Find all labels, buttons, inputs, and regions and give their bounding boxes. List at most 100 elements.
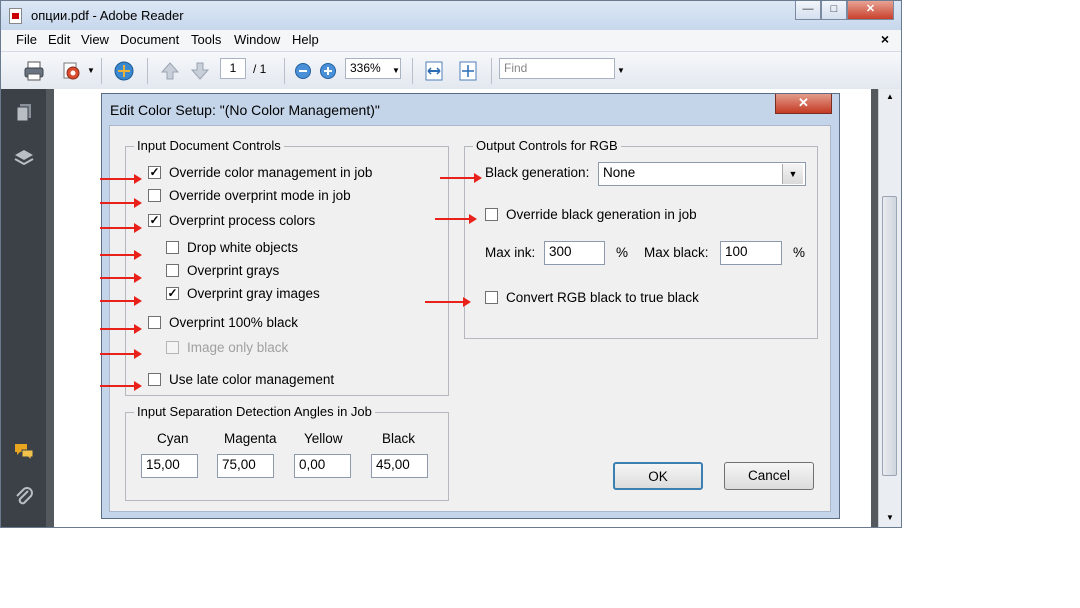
checkbox-box[interactable]: ✓ [166, 287, 179, 300]
toolbar: ▼ 1 / 1 336% ▼ Find ▼ [1, 52, 901, 90]
layers-icon[interactable] [13, 146, 35, 168]
print-icon[interactable] [23, 60, 45, 82]
magenta-label: Magenta [224, 431, 277, 446]
annotation-arrow [100, 296, 142, 306]
menu-bar: File Edit View Document Tools Window Hel… [1, 30, 901, 52]
find-dropdown-icon[interactable]: ▼ [617, 66, 625, 75]
menu-file[interactable]: File [16, 32, 37, 47]
annotation-arrow [100, 381, 142, 391]
close-document-button[interactable]: × [881, 31, 889, 47]
checkbox-label: Use late color management [169, 372, 335, 387]
attachments-icon[interactable] [13, 485, 35, 507]
scroll-up-icon[interactable]: ▲ [886, 92, 894, 101]
toolbar-separator [101, 58, 102, 84]
checkbox-label: Override color management in job [169, 165, 373, 180]
output-controls-rgb-title: Output Controls for RGB [473, 138, 621, 153]
menu-tools[interactable]: Tools [191, 32, 221, 47]
black-generation-label: Black generation: [485, 165, 590, 180]
checkbox-label: Overprint gray images [187, 286, 320, 301]
chevron-down-icon[interactable]: ▼ [782, 164, 803, 184]
minimize-button[interactable]: — [795, 1, 821, 20]
share-icon[interactable] [61, 60, 83, 82]
max-black-label: Max black: [644, 245, 709, 260]
find-input[interactable]: Find [499, 58, 615, 79]
annotation-arrow [100, 250, 142, 260]
checkbox-box[interactable]: ✓ [148, 214, 161, 227]
next-page-icon[interactable] [189, 60, 211, 82]
black-generation-select[interactable]: None [598, 162, 806, 186]
annotation-arrow [100, 273, 142, 283]
checkbox-box[interactable] [148, 373, 161, 386]
zoom-out-icon[interactable] [294, 62, 312, 80]
annotation-arrow [435, 214, 477, 224]
menu-view[interactable]: View [81, 32, 109, 47]
cancel-button[interactable]: Cancel [724, 462, 814, 490]
annotation-arrow [100, 324, 142, 334]
black-angle-input[interactable]: 45,00 [371, 454, 428, 478]
input-document-controls-title: Input Document Controls [134, 138, 284, 153]
checkbox-box[interactable] [485, 291, 498, 304]
max-ink-percent: % [616, 245, 629, 260]
menu-edit[interactable]: Edit [48, 32, 70, 47]
comments-icon[interactable] [13, 441, 35, 463]
cyan-angle-input[interactable]: 15,00 [141, 454, 198, 478]
menu-help[interactable]: Help [292, 32, 319, 47]
window-title: опции.pdf - Adobe Reader [31, 8, 184, 23]
scrollbar-thumb[interactable] [882, 196, 897, 476]
ok-button[interactable]: OK [613, 462, 703, 490]
checkbox-box[interactable]: ✓ [148, 166, 161, 179]
checkbox-label: Drop white objects [187, 240, 299, 255]
annotation-arrow [100, 349, 142, 359]
checkbox-box[interactable] [485, 208, 498, 221]
max-ink-label: Max ink: [485, 245, 536, 260]
title-bar: опции.pdf - Adobe Reader — □ ✕ [1, 1, 901, 30]
checkbox-box [166, 341, 179, 354]
annotation-arrow [425, 297, 471, 307]
page-number-input[interactable]: 1 [220, 58, 246, 79]
maximize-button[interactable]: □ [821, 1, 847, 20]
checkbox-box[interactable] [148, 316, 161, 329]
annotation-arrow [100, 223, 142, 233]
annotation-arrow [440, 173, 482, 183]
max-black-input[interactable]: 100 [720, 241, 782, 265]
window-close-button[interactable]: ✕ [847, 1, 894, 20]
toolbar-separator [491, 58, 492, 84]
menu-window[interactable]: Window [234, 32, 280, 47]
yellow-label: Yellow [304, 431, 343, 446]
magenta-angle-input[interactable]: 75,00 [217, 454, 274, 478]
checkbox-label: Override overprint mode in job [169, 188, 351, 203]
cyan-label: Cyan [157, 431, 189, 446]
toolbar-separator [284, 58, 285, 84]
page-total: / 1 [253, 62, 267, 76]
checkbox-label: Override black generation in job [506, 207, 697, 222]
separation-angles-group: Input Separation Detection Angles in Job… [125, 404, 449, 501]
menu-document[interactable]: Document [120, 32, 179, 47]
collaborate-icon[interactable] [113, 60, 135, 82]
zoom-in-icon[interactable] [319, 62, 337, 80]
checkbox-box[interactable] [166, 264, 179, 277]
black-label: Black [382, 431, 416, 446]
dialog-close-button[interactable]: ✕ [775, 94, 832, 114]
checkbox-box[interactable] [166, 241, 179, 254]
vertical-scrollbar[interactable]: ▲ ▼ [878, 89, 901, 527]
prev-page-icon[interactable] [159, 60, 181, 82]
checkbox-label: Overprint 100% black [169, 315, 299, 330]
checkbox-label: Overprint grays [187, 263, 280, 278]
max-ink-input[interactable]: 300 [544, 241, 605, 265]
share-dropdown-icon[interactable]: ▼ [87, 66, 95, 75]
toolbar-separator [412, 58, 413, 84]
yellow-angle-input[interactable]: 0,00 [294, 454, 351, 478]
separation-angles-title: Input Separation Detection Angles in Job [134, 404, 375, 419]
checkbox-label: Convert RGB black to true black [506, 290, 699, 305]
input-document-controls-group: Input Document Controls ✓ Override color… [125, 138, 449, 396]
scroll-down-icon[interactable]: ▼ [886, 513, 894, 522]
checkbox-label: Image only black [187, 340, 289, 355]
toolbar-separator [147, 58, 148, 84]
fit-width-icon[interactable] [423, 60, 445, 82]
checkbox-box[interactable] [148, 189, 161, 202]
fit-page-icon[interactable] [457, 60, 479, 82]
dialog-body: Input Document Controls ✓ Override color… [109, 125, 831, 512]
zoom-dropdown-icon[interactable]: ▼ [392, 66, 400, 75]
dialog-title: Edit Color Setup: "(No Color Management)… [110, 102, 380, 118]
pages-icon[interactable] [13, 102, 35, 124]
